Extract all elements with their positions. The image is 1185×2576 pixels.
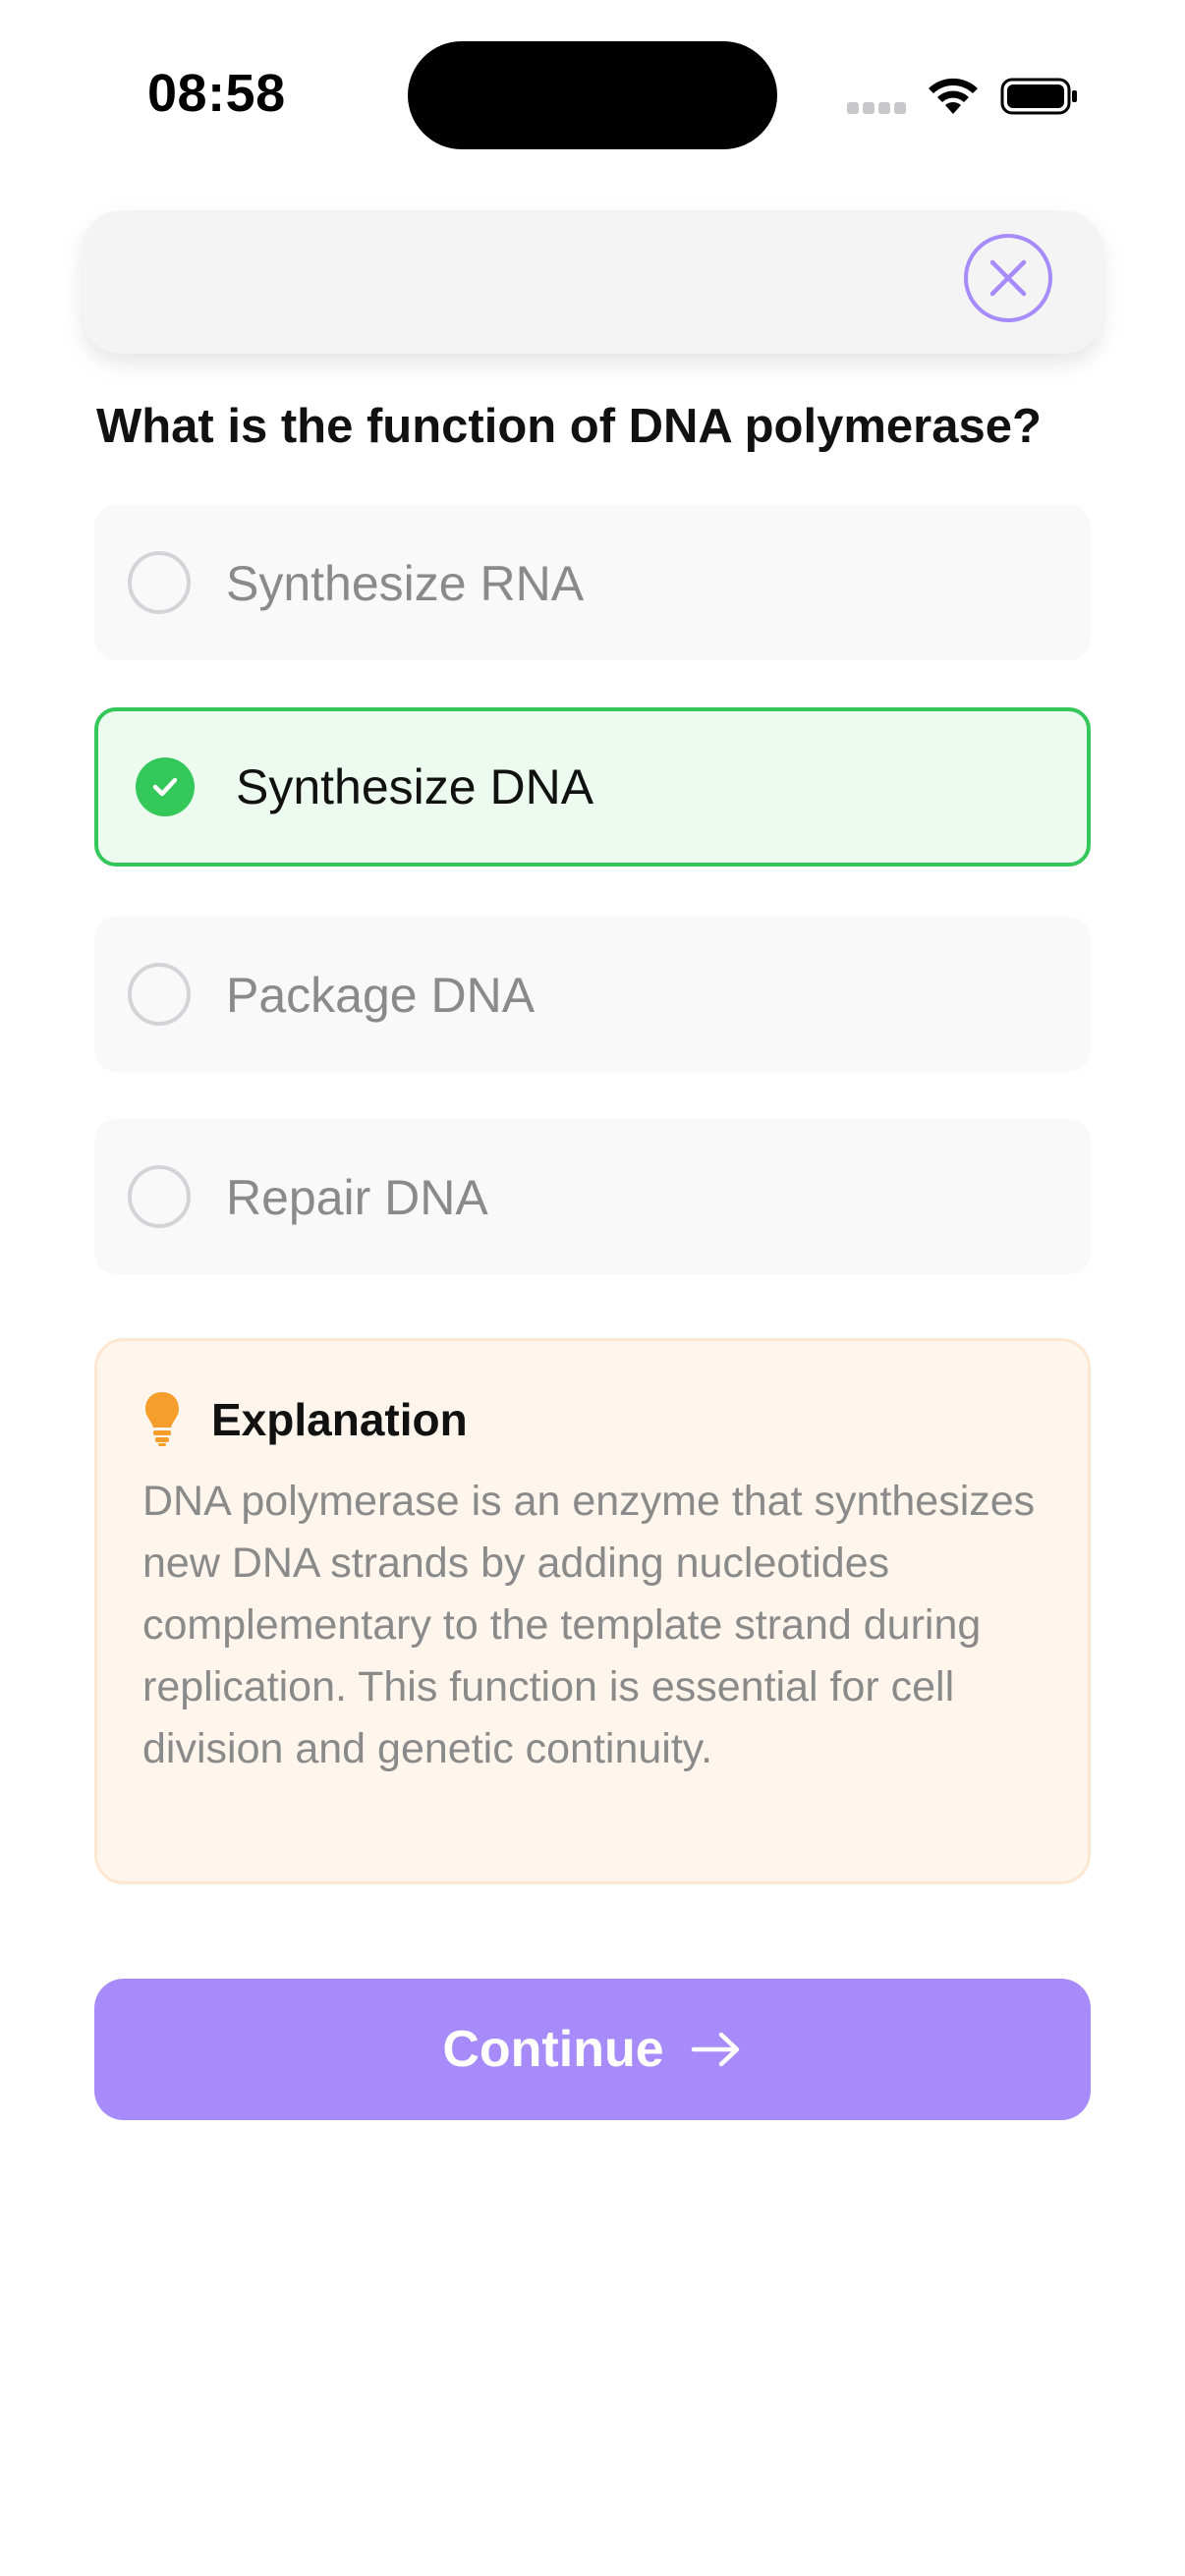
answer-option-label: Package DNA <box>226 968 536 1023</box>
lightbulb-icon <box>145 1392 179 1446</box>
continue-button[interactable]: Continue <box>94 1979 1091 2120</box>
explanation-body: DNA polymerase is an enzyme that synthes… <box>142 1478 1036 1772</box>
battery-icon <box>1000 78 1077 115</box>
radio-icon <box>128 551 191 614</box>
cellular-signal-icon <box>847 102 908 116</box>
answer-option-correct[interactable]: Synthesize DNA <box>94 707 1091 867</box>
quiz-screen: 08:58 What is the function of DNA polyme… <box>0 0 1185 2576</box>
dynamic-island <box>408 41 777 149</box>
answer-option[interactable]: Package DNA <box>94 917 1091 1072</box>
answer-option-label: Synthesize DNA <box>236 759 594 814</box>
checkmark-icon <box>136 757 195 816</box>
status-time: 08:58 <box>147 64 286 123</box>
question-text: What is the function of DNA polymerase? <box>96 400 1042 453</box>
close-button[interactable] <box>964 234 1052 322</box>
continue-label: Continue <box>442 2021 664 2078</box>
top-bar <box>83 210 1102 354</box>
answer-option[interactable]: Repair DNA <box>94 1119 1091 1274</box>
close-icon <box>989 259 1027 297</box>
explanation-title: Explanation <box>211 1394 468 1445</box>
arrow-right-icon <box>691 2032 739 2067</box>
radio-icon <box>128 963 191 1026</box>
answer-option-label: Synthesize RNA <box>226 556 585 611</box>
answer-option-label: Repair DNA <box>226 1170 488 1225</box>
wifi-icon <box>929 78 978 114</box>
answer-option[interactable]: Synthesize RNA <box>94 505 1091 660</box>
radio-icon <box>128 1165 191 1228</box>
explanation-card: Explanation DNA polymerase is an enzyme … <box>94 1338 1091 1884</box>
